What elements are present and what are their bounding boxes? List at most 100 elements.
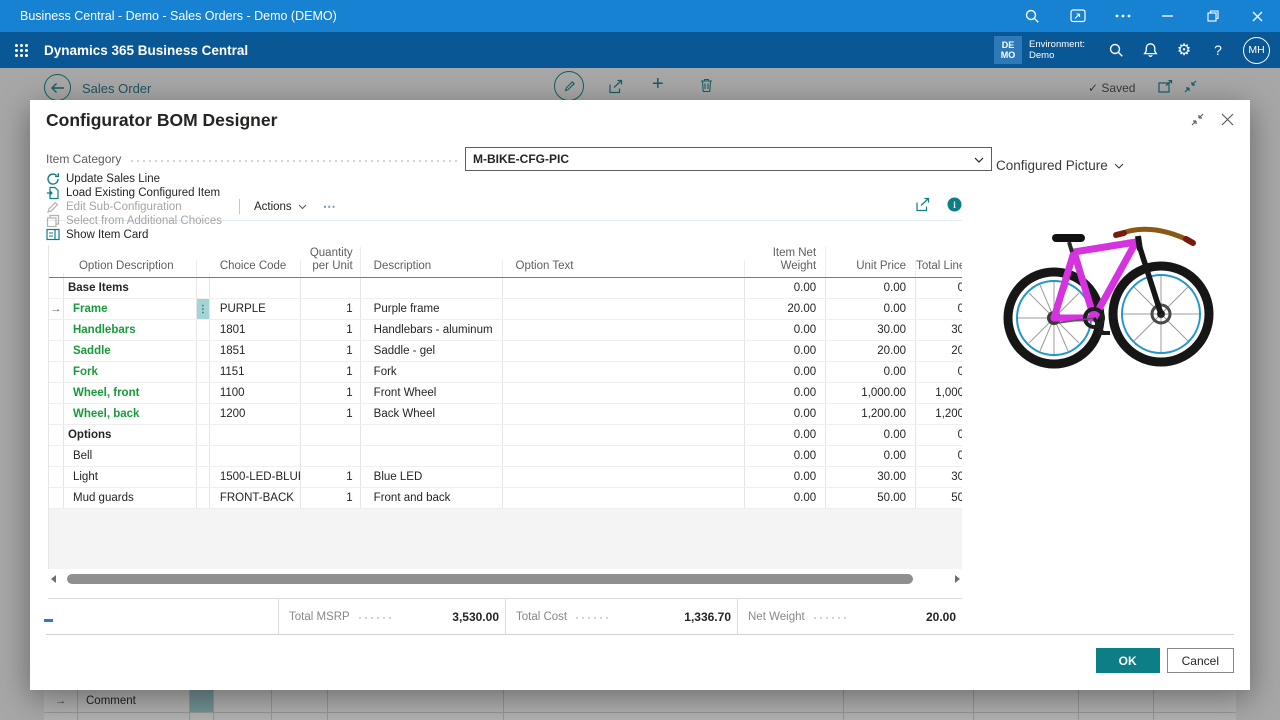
unit-price-cell[interactable]: 0.00 xyxy=(826,425,916,445)
choice-code-cell[interactable]: 1801 xyxy=(210,320,301,340)
option-text-cell[interactable] xyxy=(503,341,746,361)
assist-edit-cell[interactable] xyxy=(197,404,210,424)
table-row[interactable]: Saddle18511Saddle - gel0.0020.0020.00 xyxy=(49,341,962,362)
row-selector-cell[interactable] xyxy=(49,467,64,487)
toolbar-item-update-sales-line[interactable]: Update Sales Line xyxy=(46,172,222,186)
choice-code-cell[interactable]: 1851 xyxy=(210,341,301,361)
option-description-cell[interactable]: Handlebars xyxy=(64,320,197,340)
avatar[interactable]: MH xyxy=(1243,37,1270,64)
choice-code-cell[interactable] xyxy=(210,425,301,445)
choice-code-cell[interactable]: PURPLE xyxy=(210,299,301,319)
row-selector-cell[interactable] xyxy=(49,425,64,445)
option-text-cell[interactable] xyxy=(503,446,746,466)
choice-code-cell[interactable]: 1200 xyxy=(210,404,301,424)
option-description-cell[interactable]: Mud guards xyxy=(64,488,197,508)
quantity-cell[interactable]: 1 xyxy=(301,362,361,382)
total-line-price-cell[interactable]: 1,000.00 xyxy=(916,383,962,403)
option-text-cell[interactable] xyxy=(503,488,746,508)
toolbar-item-load-existing-configured-item[interactable]: Load Existing Configured Item xyxy=(46,186,222,200)
total-line-price-cell[interactable]: 50.00 xyxy=(916,488,962,508)
unit-price-cell[interactable]: 1,200.00 xyxy=(826,404,916,424)
close-icon[interactable] xyxy=(1221,113,1234,131)
header-unit-price[interactable]: Unit Price xyxy=(826,260,916,277)
total-line-price-cell[interactable]: 20.00 xyxy=(916,341,962,361)
assist-edit-cell[interactable] xyxy=(197,446,210,466)
table-row[interactable]: →Frame⋮PURPLE1Purple frame20.000.000.00 xyxy=(49,299,962,320)
assist-edit-cell[interactable] xyxy=(197,488,210,508)
row-selector-cell[interactable] xyxy=(49,488,64,508)
close-icon[interactable] xyxy=(1235,0,1280,32)
table-row[interactable]: Base Items0.000.000.00 xyxy=(49,278,962,299)
net-weight-cell[interactable]: 0.00 xyxy=(745,446,826,466)
quantity-cell[interactable]: 1 xyxy=(301,467,361,487)
minimize-icon[interactable] xyxy=(1145,0,1190,32)
option-description-cell[interactable]: Options xyxy=(64,425,197,445)
total-line-price-cell[interactable]: 0.00 xyxy=(916,278,962,298)
restore-icon[interactable] xyxy=(1190,0,1235,32)
choice-code-cell[interactable]: 1100 xyxy=(210,383,301,403)
total-line-price-cell[interactable]: 0.00 xyxy=(916,299,962,319)
table-row[interactable]: Wheel, front11001Front Wheel0.001,000.00… xyxy=(49,383,962,404)
net-weight-cell[interactable]: 0.00 xyxy=(745,341,826,361)
quantity-cell[interactable]: 1 xyxy=(301,488,361,508)
share-icon[interactable] xyxy=(915,197,931,217)
scrollbar-track[interactable] xyxy=(61,574,949,584)
waffle-icon[interactable] xyxy=(0,32,42,68)
table-row[interactable]: Fork11511Fork0.000.000.00 xyxy=(49,362,962,383)
unit-price-cell[interactable]: 20.00 xyxy=(826,341,916,361)
chevron-down-icon[interactable] xyxy=(974,152,984,166)
description-cell[interactable] xyxy=(361,446,503,466)
description-cell[interactable]: Fork xyxy=(361,362,503,382)
header-option-description[interactable]: Option Description xyxy=(64,260,197,277)
header-item-net-weight[interactable]: Item Net Weight xyxy=(745,247,826,277)
description-cell[interactable]: Back Wheel xyxy=(361,404,503,424)
total-line-price-cell[interactable]: 30.00 xyxy=(916,467,962,487)
option-description-cell[interactable]: Bell xyxy=(64,446,197,466)
row-selector-cell[interactable] xyxy=(49,383,64,403)
option-description-cell[interactable]: Wheel, back xyxy=(64,404,197,424)
choice-code-cell[interactable] xyxy=(210,446,301,466)
gear-icon[interactable]: ⚙ xyxy=(1167,32,1201,68)
quantity-cell[interactable] xyxy=(301,278,361,298)
toolbar-item-show-item-card[interactable]: Show Item Card xyxy=(46,228,222,241)
ok-button[interactable]: OK xyxy=(1096,648,1160,673)
total-line-price-cell[interactable]: 0.00 xyxy=(916,425,962,445)
net-weight-cell[interactable]: 0.00 xyxy=(745,362,826,382)
unit-price-cell[interactable]: 30.00 xyxy=(826,320,916,340)
bell-icon[interactable] xyxy=(1133,32,1167,68)
unit-price-cell[interactable]: 0.00 xyxy=(826,446,916,466)
option-description-cell[interactable]: Wheel, front xyxy=(64,383,197,403)
net-weight-cell[interactable]: 0.00 xyxy=(745,320,826,340)
search-icon[interactable] xyxy=(1099,32,1133,68)
choice-code-cell[interactable] xyxy=(210,278,301,298)
total-line-price-cell[interactable]: 1,200.00 xyxy=(916,404,962,424)
table-row[interactable]: Light1500-LED-BLUE1Blue LED0.0030.0030.0… xyxy=(49,467,962,488)
net-weight-cell[interactable]: 20.00 xyxy=(745,299,826,319)
unit-price-cell[interactable]: 0.00 xyxy=(826,362,916,382)
quantity-cell[interactable]: 1 xyxy=(301,404,361,424)
header-option-text[interactable]: Option Text xyxy=(503,260,746,277)
assist-edit-cell[interactable] xyxy=(197,278,210,298)
description-cell[interactable]: Saddle - gel xyxy=(361,341,503,361)
cancel-button[interactable]: Cancel xyxy=(1167,648,1234,673)
header-description[interactable]: Description xyxy=(361,260,503,277)
option-description-cell[interactable]: Light xyxy=(64,467,197,487)
unit-price-cell[interactable]: 30.00 xyxy=(826,467,916,487)
header-choice-code[interactable]: Choice Code xyxy=(210,260,301,277)
quantity-cell[interactable] xyxy=(301,425,361,445)
configured-picture-header[interactable]: Configured Picture xyxy=(996,158,1124,173)
net-weight-cell[interactable]: 0.00 xyxy=(745,278,826,298)
net-weight-cell[interactable]: 0.00 xyxy=(745,425,826,445)
choice-code-cell[interactable]: 1500-LED-BLUE xyxy=(210,467,301,487)
assist-edit-cell[interactable] xyxy=(197,425,210,445)
header-quantity-per-unit[interactable]: Quantity per Unit xyxy=(301,247,361,277)
table-row[interactable]: Options0.000.000.00 xyxy=(49,425,962,446)
actions-menu[interactable]: Actions xyxy=(254,201,307,213)
item-category-combobox[interactable]: M-BIKE-CFG-PIC xyxy=(465,147,992,171)
option-text-cell[interactable] xyxy=(503,320,746,340)
option-text-cell[interactable] xyxy=(503,278,746,298)
unit-price-cell[interactable]: 1,000.00 xyxy=(826,383,916,403)
unit-price-cell[interactable]: 0.00 xyxy=(826,278,916,298)
option-text-cell[interactable] xyxy=(503,425,746,445)
assist-edit-cell[interactable] xyxy=(197,383,210,403)
